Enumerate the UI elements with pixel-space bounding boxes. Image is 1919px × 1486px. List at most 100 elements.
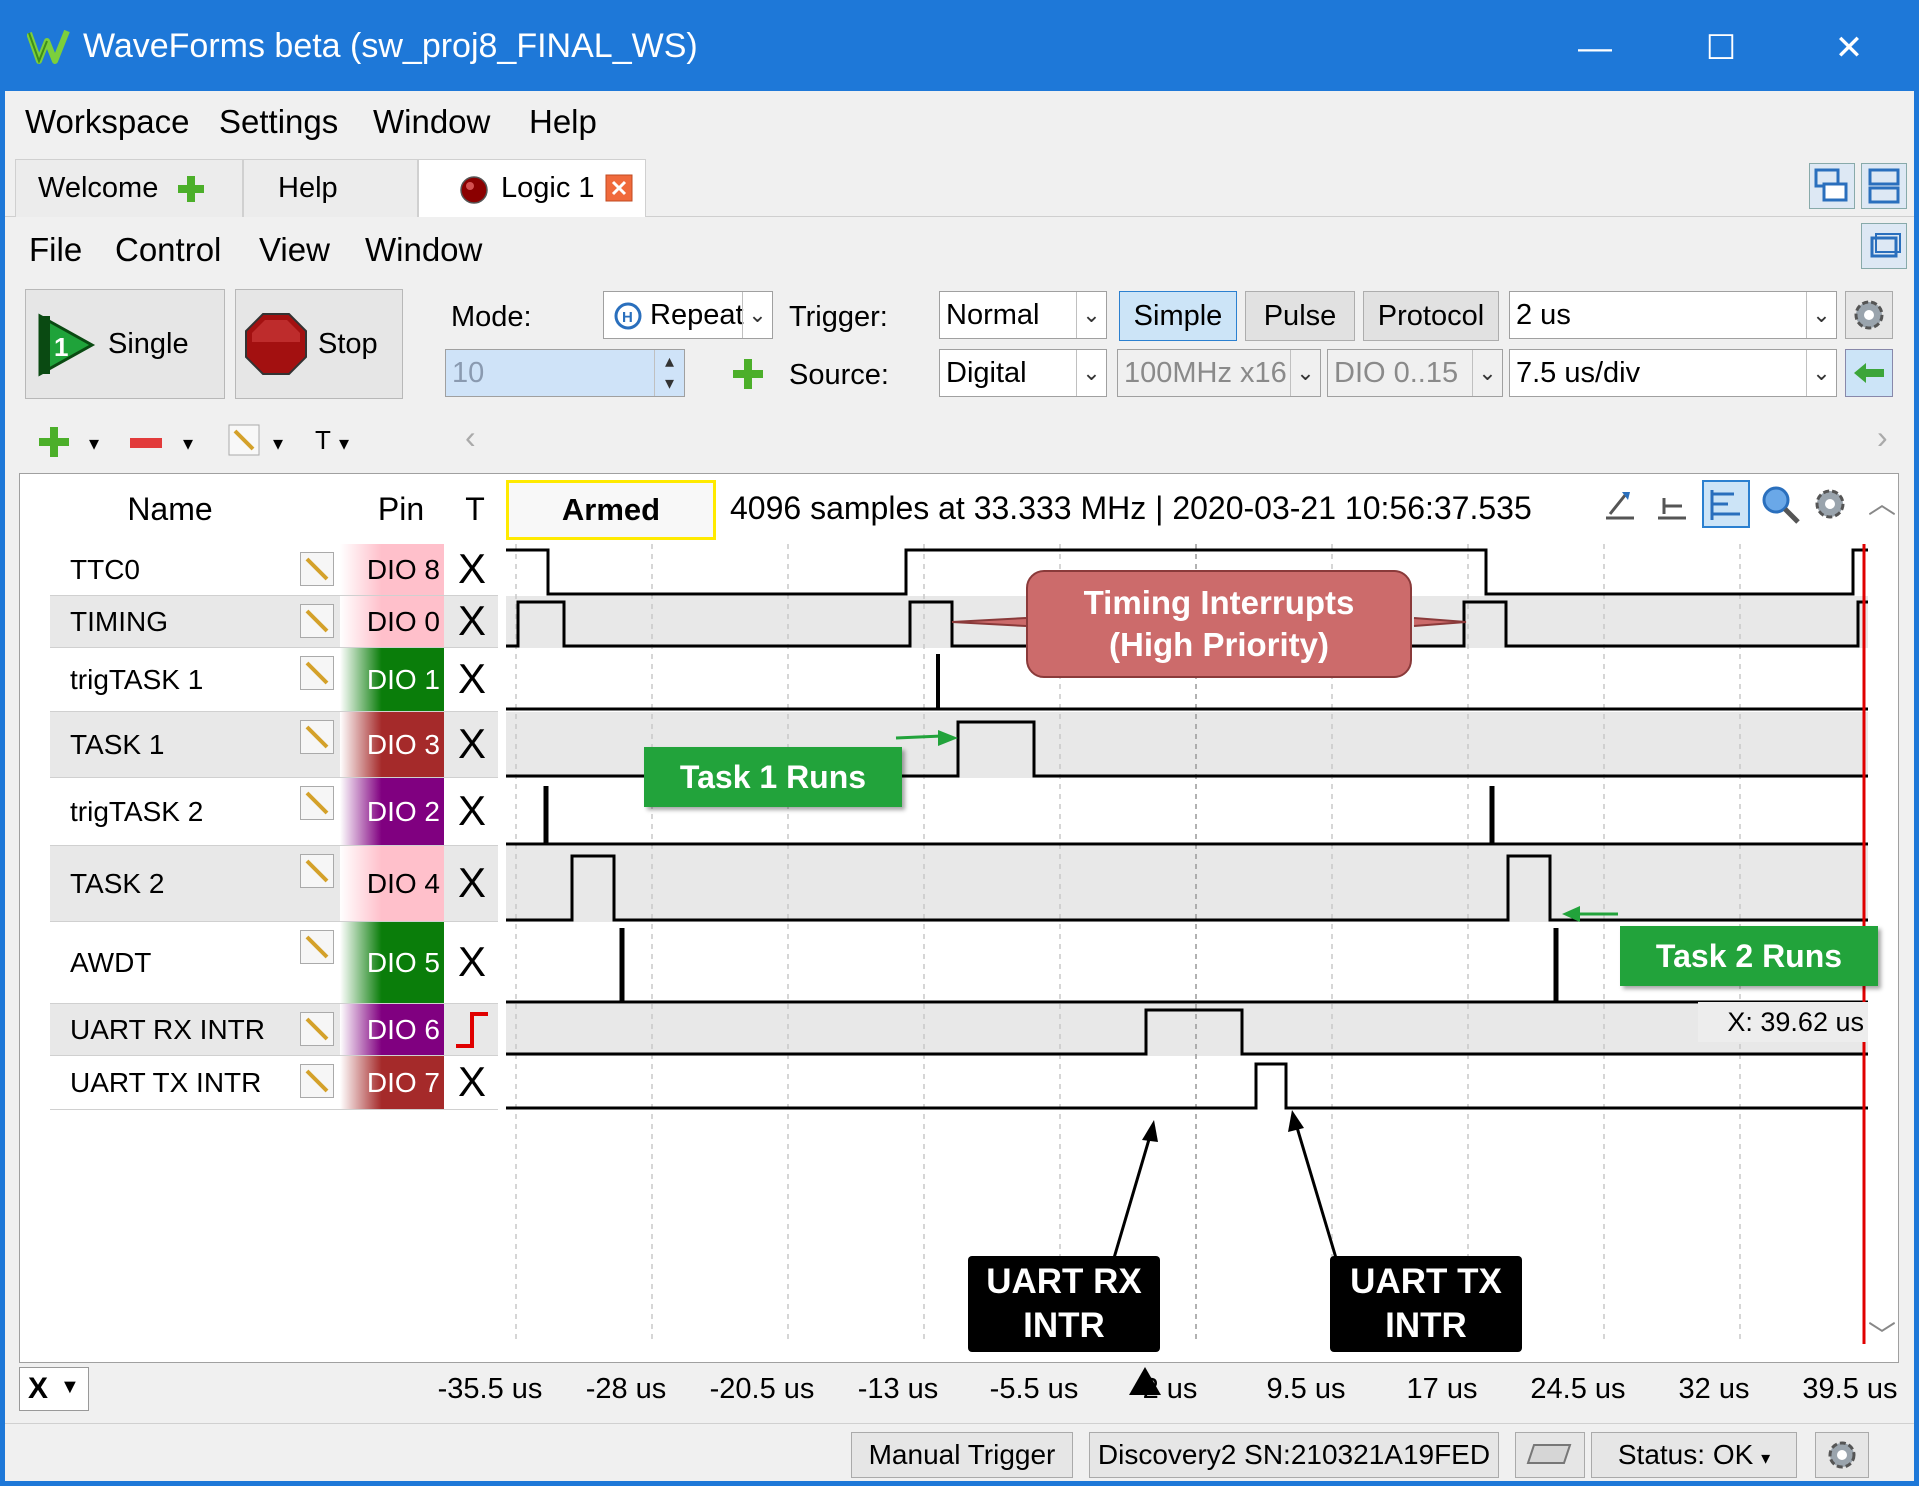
menu-instrument-window[interactable]: Window [365,231,482,269]
menu-window[interactable]: Window [373,103,490,141]
tile-windows-button[interactable] [1861,163,1907,209]
dock-window-button[interactable] [1861,223,1907,269]
remove-channel-icon[interactable] [129,437,163,449]
edit-channel-icon[interactable] [300,552,334,586]
channel-row[interactable]: UART RX INTR DIO 6 [50,1004,498,1056]
maximize-button[interactable]: ☐ [1691,21,1751,75]
channel-pin[interactable]: DIO 6 [340,1004,444,1055]
menu-view[interactable]: View [259,231,330,269]
simple-trigger-button[interactable]: Simple [1119,291,1237,341]
edit-channel-icon[interactable] [300,1064,334,1098]
channel-pin[interactable]: DIO 0 [340,596,444,647]
collapse-panel-button[interactable] [1845,349,1893,397]
close-button[interactable]: ✕ [1819,21,1879,75]
menu-file[interactable]: File [29,231,82,269]
chevron-down-icon[interactable]: ▾ [183,431,193,456]
chevron-down-icon[interactable]: ▾ [339,431,349,456]
time-tick-label: 39.5 us [1802,1373,1898,1405]
scroll-down-icon[interactable]: ﹀ [1868,1314,1896,1354]
tab-help[interactable]: Help [243,159,418,217]
source-select[interactable]: Digital ⌄ [939,349,1107,397]
pulse-trigger-button[interactable]: Pulse [1245,291,1355,341]
column-header-trigger[interactable]: T [452,474,498,544]
column-header-name[interactable]: Name [50,474,290,544]
edit-channel-icon[interactable] [300,1012,334,1046]
menu-help[interactable]: Help [529,103,597,141]
channel-row[interactable]: TTC0 DIO 8X [50,544,498,596]
trigger-none-icon[interactable]: X [450,941,494,983]
mode-select[interactable]: H Repeat ⌄ [603,291,773,339]
channel-pin[interactable]: DIO 1 [340,648,444,711]
channel-pin[interactable]: DIO 3 [340,712,444,777]
channel-row[interactable]: TASK 2 DIO 4X [50,846,498,922]
channel-row[interactable]: UART TX INTR DIO 7X [50,1056,498,1110]
edit-channel-icon[interactable] [300,720,334,754]
device-button[interactable]: Discovery2 SN:210321A19FED [1089,1432,1499,1478]
minimize-button[interactable]: — [1565,21,1625,75]
time-base-select[interactable]: 7.5 us/div ⌄ [1509,349,1837,397]
trigger-none-icon[interactable]: X [450,790,494,832]
edit-channel-icon[interactable] [300,930,334,964]
edit-channel-icon[interactable] [300,786,334,820]
stop-button[interactable]: Stop [235,289,403,399]
channel-row[interactable]: AWDT DIO 5X [50,922,498,1004]
channel-row[interactable]: TIMING DIO 0X [50,596,498,648]
trigger-position-input[interactable]: 2 us ⌄ [1509,291,1837,339]
close-tab-icon[interactable] [605,174,633,202]
add-tab-icon[interactable] [176,174,206,204]
zoom-box-tool-button[interactable] [1702,480,1750,528]
dio-range-select[interactable]: DIO 0..15 ⌄ [1327,349,1503,397]
menu-control[interactable]: Control [115,231,221,269]
channel-pin[interactable]: DIO 4 [340,846,444,921]
channel-row[interactable]: trigTASK 1 DIO 1X [50,648,498,712]
status-settings-button[interactable] [1815,1432,1869,1478]
x-unit-select[interactable]: X ▼ [19,1367,89,1411]
add-count-icon[interactable] [731,357,765,391]
rising-edge-trigger-icon[interactable] [450,1008,494,1059]
trigger-settings-button[interactable] [1845,291,1893,339]
trigger-none-icon[interactable]: X [450,723,494,765]
menu-settings[interactable]: Settings [219,103,338,141]
trigger-none-icon[interactable]: X [450,862,494,904]
channel-pin[interactable]: DIO 2 [340,778,444,845]
trigger-none-icon[interactable]: X [450,600,494,642]
protocol-trigger-button[interactable]: Protocol [1363,291,1499,341]
scroll-right-icon[interactable]: › [1877,419,1888,456]
trigger-menu-button[interactable]: T [315,425,331,456]
tab-logic-1[interactable]: Logic 1 [418,159,646,217]
edit-channel-icon[interactable] [227,423,261,457]
edit-channel-icon[interactable] [300,656,334,690]
column-header-pin[interactable]: Pin [346,474,456,544]
trigger-none-icon[interactable]: X [450,658,494,700]
scroll-up-icon[interactable]: ︿ [1868,482,1896,522]
channel-row[interactable]: trigTASK 2 DIO 2X [50,778,498,846]
status-button[interactable]: Status: OK ▾ [1591,1432,1797,1478]
single-button[interactable]: 1 Single [25,289,225,399]
chevron-down-icon[interactable]: ▾ [89,431,99,456]
plot-settings-gear-icon[interactable] [1808,482,1852,526]
trigger-position-marker-icon[interactable] [1127,1365,1163,1397]
scroll-left-icon[interactable]: ‹ [465,419,476,456]
acquisition-count-input[interactable]: 10 ▴ ▾ [445,349,685,397]
channel-pin[interactable]: DIO 7 [340,1056,444,1109]
channel-pin[interactable]: DIO 8 [340,544,444,595]
channel-row[interactable]: TASK 1 DIO 3X [50,712,498,778]
channel-pin[interactable]: DIO 5 [340,922,444,1003]
edit-channel-icon[interactable] [300,854,334,888]
edit-channel-icon[interactable] [300,604,334,638]
trigger-mode-select[interactable]: Normal ⌄ [939,291,1107,339]
manual-trigger-button[interactable]: Manual Trigger [851,1432,1073,1478]
tab-welcome[interactable]: Welcome [15,159,243,217]
sample-rate-select[interactable]: 100MHz x16 ⌄ [1117,349,1321,397]
device-info-button[interactable] [1515,1432,1585,1478]
zoom-icon[interactable] [1758,482,1802,526]
chevron-down-icon[interactable]: ▾ [273,431,283,456]
cascade-windows-button[interactable] [1809,163,1855,209]
menu-workspace[interactable]: Workspace [25,103,189,141]
trigger-none-icon[interactable]: X [450,1061,494,1103]
add-channel-icon[interactable] [37,425,71,459]
trigger-none-icon[interactable]: X [450,548,494,590]
measure-tool-icon[interactable] [1652,484,1692,524]
cursor-tool-icon[interactable] [1600,484,1640,524]
spinner-arrows-icon[interactable]: ▴ ▾ [654,350,684,396]
